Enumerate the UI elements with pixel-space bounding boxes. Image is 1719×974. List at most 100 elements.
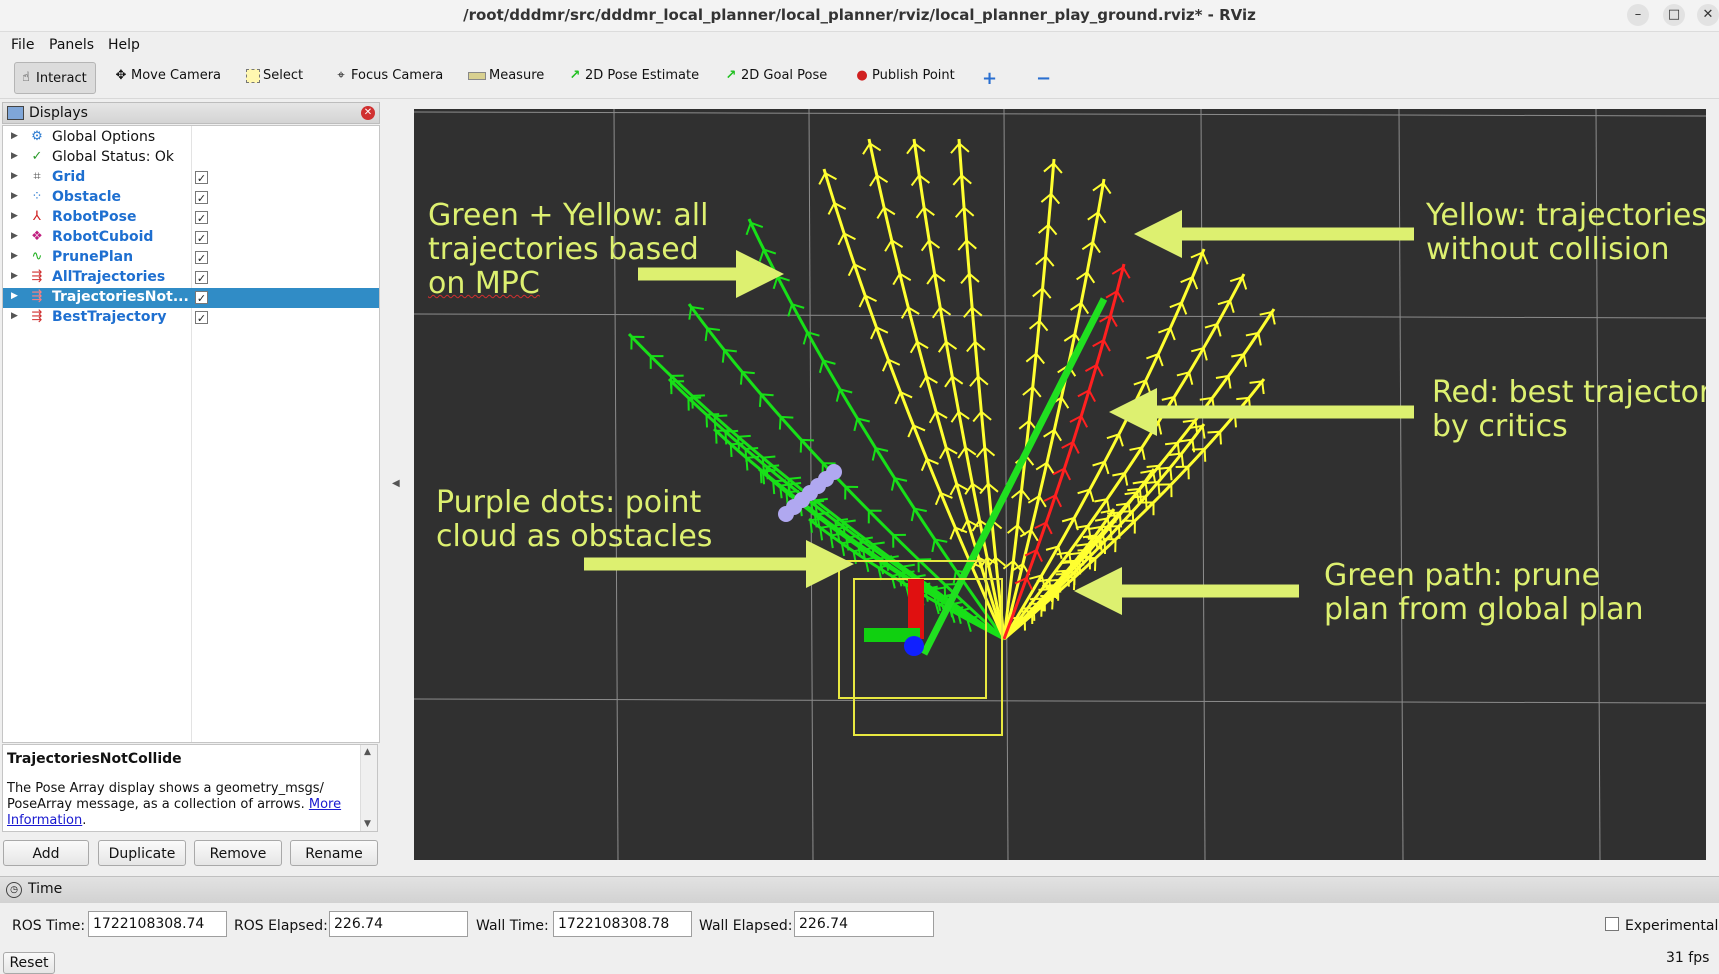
expand-arrow-icon[interactable]: ▶ (11, 171, 18, 181)
add-tool-icon[interactable]: + (982, 68, 997, 89)
add-display-button[interactable]: Add (3, 840, 89, 866)
expand-arrow-icon[interactable]: ▶ (11, 271, 18, 281)
gear-icon: ⚙ (31, 129, 43, 144)
close-panel-icon[interactable]: ✕ (361, 106, 375, 120)
more-information-link[interactable]: More (309, 797, 341, 812)
annotation-red: Red: best trajectory by critics (1432, 376, 1706, 444)
close-icon[interactable]: ✕ (1697, 4, 1719, 26)
robot-z-axis (904, 636, 924, 656)
display-item-grid[interactable]: ▶ ⌗ Grid ✓ (3, 168, 379, 188)
select-label: Select (263, 68, 304, 83)
display-item-obstacle[interactable]: ▶ ⁘ Obstacle ✓ (3, 188, 379, 208)
more-information-link-continued[interactable]: Information (7, 813, 82, 828)
ros-elapsed-field[interactable]: 226.74 (329, 911, 468, 937)
visibility-checkbox[interactable]: ✓ (195, 271, 208, 285)
menu-help[interactable]: Help (108, 37, 140, 53)
visibility-checkbox[interactable]: ✓ (195, 311, 208, 325)
measure-tool-button[interactable]: Measure (468, 68, 544, 83)
annotation-arrow-head (1134, 210, 1182, 258)
display-item-label: Global Options (52, 129, 156, 145)
annotation-line: by critics (1432, 409, 1568, 444)
annotation-line: Green path: prune (1324, 558, 1601, 593)
green-arrow-icon: ↗ (569, 67, 581, 83)
annotation-line: Purple dots: point (436, 485, 702, 520)
select-tool-button[interactable]: Select (246, 68, 303, 83)
experimental-checkbox[interactable] (1605, 917, 1619, 931)
expand-arrow-icon[interactable]: ▶ (11, 231, 18, 241)
description-title: TrajectoriesNotCollide (7, 751, 182, 767)
grid-icon: ⌗ (33, 169, 41, 184)
display-item-label: TrajectoriesNot... (52, 289, 189, 305)
menu-panels[interactable]: Panels (49, 37, 94, 53)
menu-file[interactable]: File (11, 37, 34, 53)
minimize-icon[interactable]: – (1627, 4, 1649, 26)
display-item-label: BestTrajectory (52, 309, 167, 325)
2d-pose-estimate-tool-button[interactable]: ↗ 2D Pose Estimate (568, 67, 700, 83)
remove-tool-icon[interactable]: − (1036, 68, 1051, 89)
annotation-line: Green + Yellow: all (428, 198, 709, 233)
display-item-robotcuboid[interactable]: ▶ ❖ RobotCuboid ✓ (3, 228, 379, 248)
display-item-besttrajectory[interactable]: ▶ ⇶ BestTrajectory ✓ (3, 308, 379, 328)
visibility-checkbox[interactable]: ✓ (195, 171, 208, 185)
annotation-line: trajectories based (428, 232, 699, 267)
expand-arrow-icon[interactable]: ▶ (11, 211, 18, 221)
publish-point-tool-button[interactable]: ● Publish Point (855, 68, 955, 83)
3d-render-viewport[interactable]: Green + Yellow: all trajectories based o… (414, 109, 1706, 860)
display-item-label: RobotPose (52, 209, 137, 225)
wall-elapsed-field[interactable]: 226.74 (794, 911, 934, 937)
ros-time-label: ROS Time: (12, 918, 86, 934)
move-camera-tool-button[interactable]: ✥ Move Camera (114, 68, 221, 83)
visibility-checkbox[interactable]: ✓ (195, 211, 208, 225)
ros-time-field[interactable]: 1722108308.74 (88, 911, 227, 937)
interact-tool-button[interactable]: ☝ Interact (14, 62, 96, 94)
annotation-yellow: Yellow: trajectories without collision (1426, 199, 1706, 267)
panel-collapse-arrow-icon[interactable]: ◀ (392, 478, 400, 489)
maximize-icon[interactable]: □ (1663, 4, 1685, 26)
rename-display-button[interactable]: Rename (290, 840, 378, 866)
visibility-checkbox[interactable]: ✓ (195, 191, 208, 205)
toolbar: ☝ Interact ✥ Move Camera Select ⌖ Focus … (0, 57, 1719, 99)
display-item-label: PrunePlan (52, 249, 134, 265)
expand-arrow-icon[interactable]: ▶ (11, 191, 18, 201)
scroll-down-icon[interactable]: ▼ (364, 819, 371, 829)
axes-icon: ⅄ (33, 209, 41, 224)
description-scrollbar[interactable]: ▲ ▼ (360, 745, 377, 831)
marker-icon: ❖ (31, 229, 43, 244)
reset-button[interactable]: Reset (3, 952, 55, 974)
display-item-robotpose[interactable]: ▶ ⅄ RobotPose ✓ (3, 208, 379, 228)
display-item-pruneplan[interactable]: ▶ ∿ PrunePlan ✓ (3, 248, 379, 268)
visibility-checkbox[interactable]: ✓ (195, 291, 208, 305)
expand-arrow-icon[interactable]: ▶ (11, 311, 18, 321)
annotation-arrow-head (736, 250, 784, 298)
visibility-checkbox[interactable]: ✓ (195, 231, 208, 245)
ruler-icon (468, 71, 486, 80)
scroll-up-icon[interactable]: ▲ (364, 747, 371, 757)
display-item-label: RobotCuboid (52, 229, 154, 245)
description-text: The Pose Array display shows a geometry_… (7, 781, 324, 812)
duplicate-display-button[interactable]: Duplicate (98, 840, 186, 866)
expand-arrow-icon[interactable]: ▶ (11, 151, 18, 161)
wall-time-field[interactable]: 1722108308.78 (553, 911, 692, 937)
time-panel-header: ◷ Time (0, 876, 1719, 903)
obstacle-point (826, 464, 842, 480)
focus-camera-tool-button[interactable]: ⌖ Focus Camera (334, 68, 443, 83)
checkmark-icon: ✓ (31, 149, 43, 164)
ros-elapsed-label: ROS Elapsed: (234, 918, 328, 934)
display-item-global-status[interactable]: ▶ ✓ Global Status: Ok (3, 148, 379, 168)
publish-point-label: Publish Point (872, 68, 955, 83)
display-item-global-options[interactable]: ▶ ⚙ Global Options (3, 128, 379, 148)
expand-arrow-icon[interactable]: ▶ (11, 291, 18, 301)
expand-arrow-icon[interactable]: ▶ (11, 131, 18, 141)
annotation-green-path: Green path: prune plan from global plan (1324, 559, 1643, 627)
display-item-alltrajectories[interactable]: ▶ ⇶ AllTrajectories ✓ (3, 268, 379, 288)
displays-panel-header: Displays ✕ (2, 102, 380, 124)
remove-display-button[interactable]: Remove (194, 840, 282, 866)
2d-goal-pose-tool-button[interactable]: ↗ 2D Goal Pose (724, 68, 828, 83)
expand-arrow-icon[interactable]: ▶ (11, 251, 18, 261)
focus-camera-label: Focus Camera (351, 68, 444, 83)
time-panel-title: Time (28, 881, 63, 897)
experimental-label: Experimental (1625, 918, 1719, 934)
display-item-label: Grid (52, 169, 86, 185)
display-item-trajectoriesnotcollide[interactable]: ▶ ⇶ TrajectoriesNot... ✓ (3, 288, 379, 308)
visibility-checkbox[interactable]: ✓ (195, 251, 208, 265)
